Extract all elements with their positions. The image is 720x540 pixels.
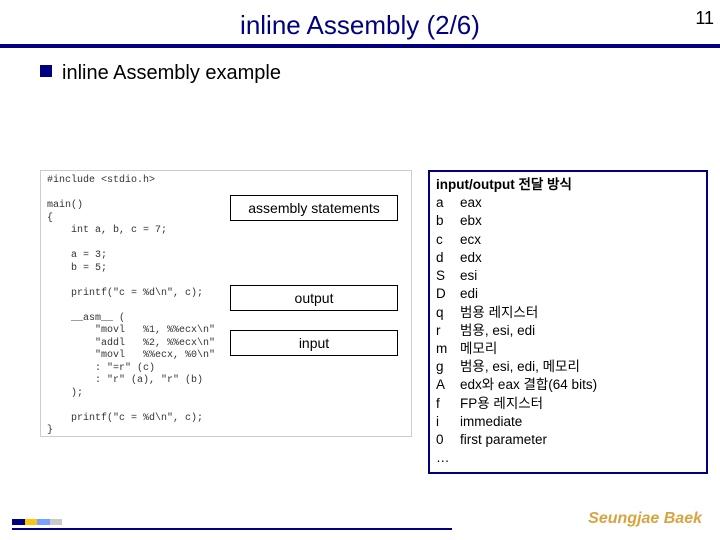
table-row: cecx — [436, 231, 700, 249]
table-row: … — [436, 449, 700, 467]
table-row: fFP용 레지스터 — [436, 395, 700, 413]
table-row: dedx — [436, 249, 700, 267]
color-strip-icon — [12, 519, 62, 525]
table-row: bebx — [436, 212, 700, 230]
callout-output: output — [230, 285, 398, 311]
table-row: g범용, esi, edi, 메모리 — [436, 358, 700, 376]
title-underline — [0, 44, 720, 48]
table-row: r범용, esi, edi — [436, 322, 700, 340]
io-convention-table: input/output 전달 방식 aeax bebx cecx dedx S… — [428, 170, 708, 474]
table-row: 0first parameter — [436, 431, 700, 449]
subtitle-text: inline Assembly example — [62, 62, 281, 84]
table-row: Aedx와 eax 결합(64 bits) — [436, 376, 700, 394]
table-row: m메모리 — [436, 340, 700, 358]
callout-assembly-statements: assembly statements — [230, 195, 398, 221]
subtitle: inline Assembly example — [40, 62, 281, 85]
table-row: Sesi — [436, 267, 700, 285]
callout-input: input — [230, 330, 398, 356]
bullet-icon — [40, 65, 52, 77]
table-header: input/output 전달 방식 — [436, 176, 700, 194]
table-row: Dedi — [436, 285, 700, 303]
slide: inline Assembly (2/6) 11 inline Assembly… — [0, 0, 720, 540]
table-row: aeax — [436, 194, 700, 212]
author-name: Seungjae Baek — [588, 510, 702, 528]
table-row: iimmediate — [436, 413, 700, 431]
page-number: 11 — [695, 8, 714, 29]
footer-rule — [12, 528, 452, 530]
page-title: inline Assembly (2/6) — [0, 0, 720, 41]
table-row: q범용 레지스터 — [436, 304, 700, 322]
footer-decoration — [12, 519, 452, 530]
